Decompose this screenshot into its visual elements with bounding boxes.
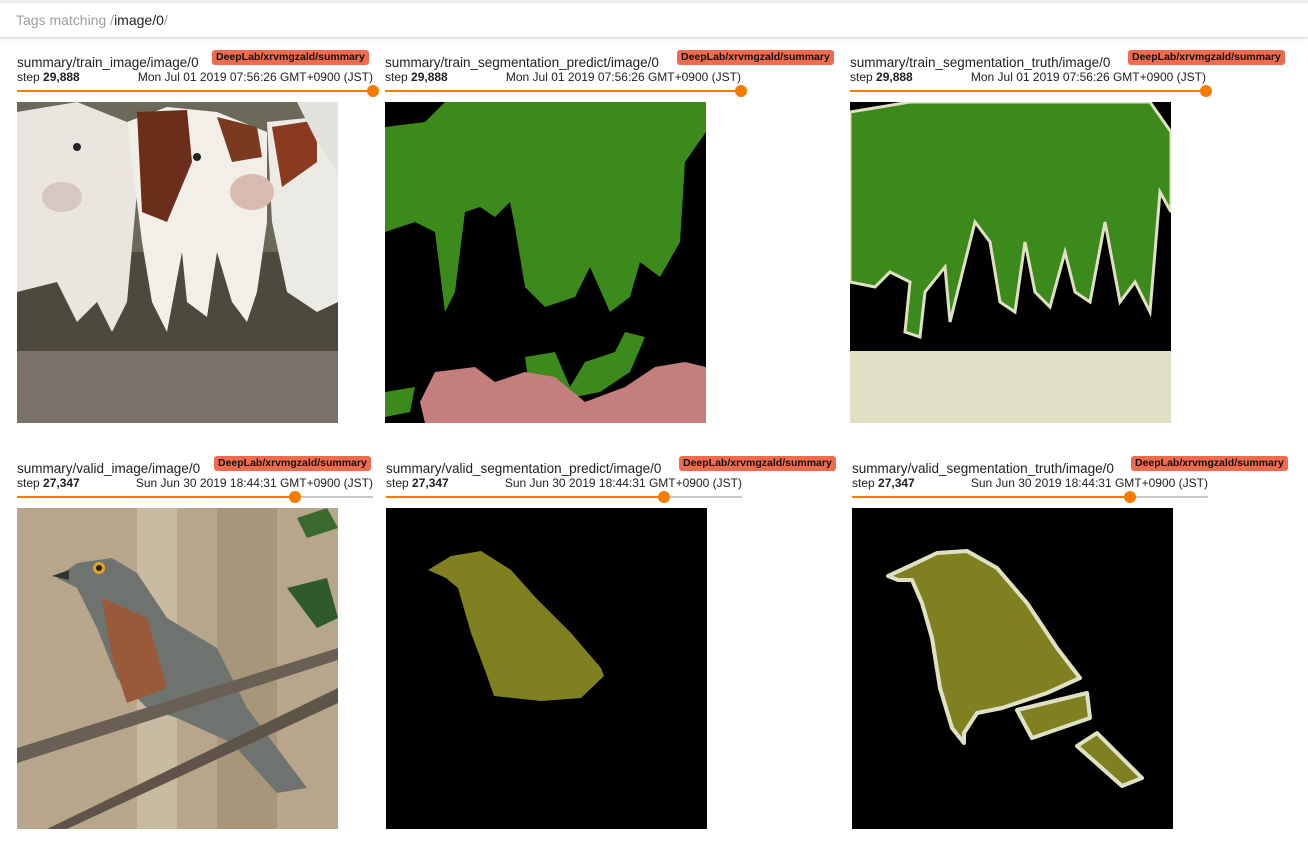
step-prefix: step <box>386 476 413 490</box>
card-header: summary/train_segmentation_predict/image… <box>385 50 834 98</box>
wall-time: Sun Jun 30 2019 18:44:31 GMT+0900 (JST) <box>135 476 373 490</box>
step-label: step 29,888 <box>850 70 913 84</box>
step-label: step 29,888 <box>385 70 448 84</box>
cows-photo <box>17 102 338 423</box>
cows-predicted-mask <box>385 102 706 423</box>
tag-name: summary/train_image/image/0 <box>17 55 199 70</box>
image-card-valid-predict: summary/valid_segmentation_predict/image… <box>386 456 836 829</box>
image-card-valid-image: summary/valid_image/image/0 DeepLab/xrvm… <box>17 456 373 829</box>
step-value: 27,347 <box>878 476 915 490</box>
wall-time: Mon Jul 01 2019 07:56:26 GMT+0900 (JST) <box>505 70 741 84</box>
step-prefix: step <box>385 70 412 84</box>
regex-text[interactable]: image/0 <box>114 12 164 28</box>
slider-knob[interactable] <box>367 85 379 97</box>
card-header: summary/valid_image/image/0 DeepLab/xrvm… <box>17 456 373 504</box>
slider-fill <box>385 90 741 92</box>
step-value: 27,347 <box>43 476 80 490</box>
step-slider[interactable] <box>17 491 373 503</box>
run-badge: DeepLab/xrvmgzald/summary <box>1131 456 1288 471</box>
slider-fill <box>850 90 1206 92</box>
slider-fill <box>386 496 664 498</box>
slider-knob[interactable] <box>1200 85 1212 97</box>
slider-fill <box>852 496 1130 498</box>
step-label: step 27,347 <box>386 476 449 490</box>
image-card-train-predict: summary/train_segmentation_predict/image… <box>385 50 834 423</box>
card-header: summary/valid_segmentation_truth/image/0… <box>852 456 1288 504</box>
cows-truth-mask <box>850 102 1171 423</box>
step-prefix: step <box>850 70 877 84</box>
bird-photo <box>17 508 338 829</box>
card-header: summary/train_image/image/0 DeepLab/xrvm… <box>17 50 379 98</box>
step-prefix: step <box>17 476 44 490</box>
step-label: step 27,347 <box>17 476 80 490</box>
tag-name: summary/train_segmentation_predict/image… <box>385 55 659 70</box>
step-slider[interactable] <box>850 85 1212 97</box>
bird-truth-mask <box>852 508 1173 829</box>
step-label: step 29,888 <box>17 70 80 84</box>
run-badge: DeepLab/xrvmgzald/summary <box>1128 50 1285 65</box>
run-badge: DeepLab/xrvmgzald/summary <box>214 456 371 471</box>
search-bar[interactable]: Tags matching /image/0/ <box>0 0 1308 38</box>
step-value: 29,888 <box>43 70 80 84</box>
tag-name: summary/valid_segmentation_truth/image/0 <box>852 461 1114 476</box>
step-value: 29,888 <box>411 70 448 84</box>
step-value: 27,347 <box>412 476 449 490</box>
regex-close-slash: / <box>163 12 168 28</box>
step-slider[interactable] <box>852 491 1208 503</box>
slider-knob[interactable] <box>657 491 670 503</box>
run-badge: DeepLab/xrvmgzald/summary <box>679 456 836 471</box>
slider-knob[interactable] <box>288 491 301 503</box>
wall-time: Mon Jul 01 2019 07:56:26 GMT+0900 (JST) <box>970 70 1206 84</box>
image-card-train-image: summary/train_image/image/0 DeepLab/xrvm… <box>17 50 379 423</box>
tag-name: summary/valid_image/image/0 <box>17 461 201 476</box>
wall-time: Mon Jul 01 2019 07:56:26 GMT+0900 (JST) <box>137 70 373 84</box>
wall-time: Sun Jun 30 2019 18:44:31 GMT+0900 (JST) <box>970 476 1208 490</box>
tag-filter-query[interactable]: Tags matching /image/0/ <box>16 12 168 28</box>
step-label: step 27,347 <box>852 476 915 490</box>
step-slider[interactable] <box>386 491 742 503</box>
tag-name: summary/train_segmentation_truth/image/0 <box>850 55 1111 70</box>
card-header: summary/valid_segmentation_predict/image… <box>386 456 836 504</box>
image-card-valid-truth: summary/valid_segmentation_truth/image/0… <box>852 456 1288 829</box>
slider-knob[interactable] <box>735 85 747 97</box>
run-badge: DeepLab/xrvmgzald/summary <box>677 50 834 65</box>
card-header: summary/train_segmentation_truth/image/0… <box>850 50 1285 98</box>
filter-prefix: Tags matching <box>16 12 111 28</box>
slider-fill <box>17 496 295 498</box>
wall-time: Sun Jun 30 2019 18:44:31 GMT+0900 (JST) <box>504 476 742 490</box>
step-prefix: step <box>17 70 44 84</box>
step-slider[interactable] <box>17 85 379 97</box>
tag-name: summary/valid_segmentation_predict/image… <box>386 461 662 476</box>
step-value: 29,888 <box>876 70 913 84</box>
slider-fill <box>17 90 373 92</box>
bird-predicted-mask <box>386 508 707 829</box>
step-prefix: step <box>852 476 879 490</box>
run-badge: DeepLab/xrvmgzald/summary <box>212 50 369 65</box>
image-card-train-truth: summary/train_segmentation_truth/image/0… <box>850 50 1285 423</box>
slider-knob[interactable] <box>1123 491 1136 503</box>
step-slider[interactable] <box>385 85 747 97</box>
